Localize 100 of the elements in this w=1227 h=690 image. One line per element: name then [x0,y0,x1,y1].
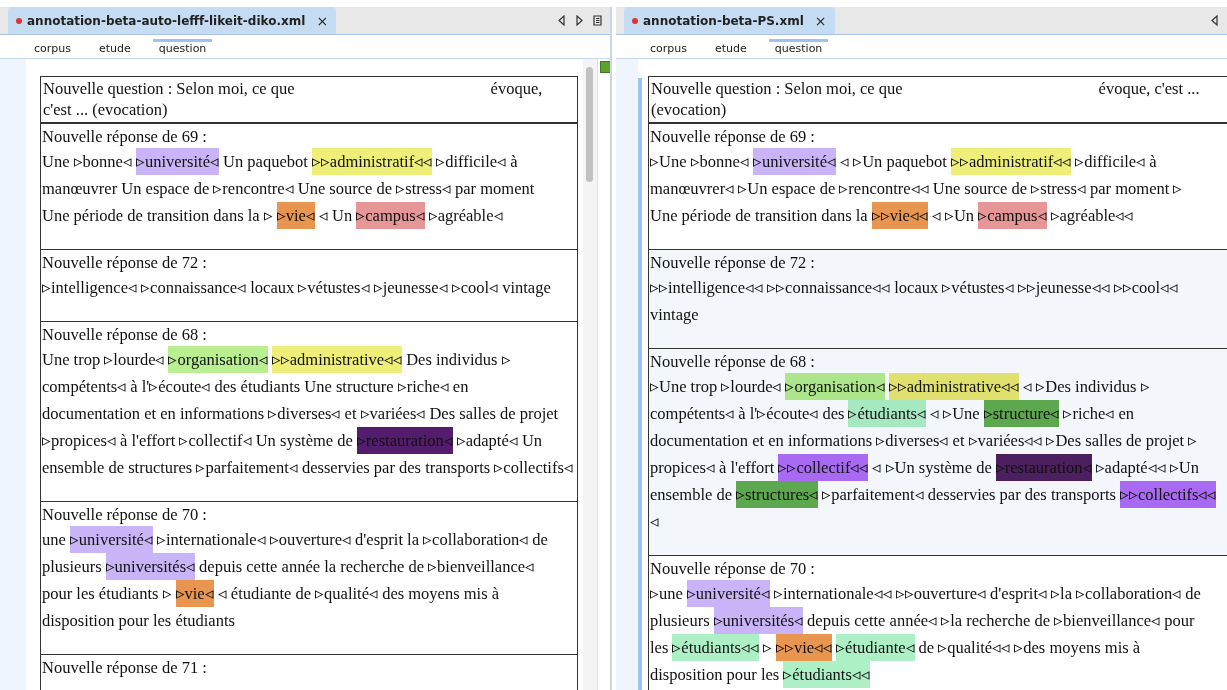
highlighted-term: ▹campus◃ [356,202,425,229]
response-heading: Nouvelle réponse de 70 : [650,558,816,580]
response-text: ▹difficile◃ à [436,152,518,171]
response-text: Des individus ▹ [406,350,511,369]
highlighted-term: ▹▹vie◃◃ [775,634,833,661]
highlighted-term: ▹▹administrative◃◃ [271,346,403,373]
response-text: manœuvrer◃ ▹Un espace de ▹rencontre◃◃ Une source de ▹stress◃ par moment ▹ [650,179,1183,198]
response-text: ◃ [650,512,659,531]
response-text: ▹riche◃ en [1063,404,1135,423]
response-text: plusieurs [650,611,710,630]
response-heading: Nouvelle réponse de 69 : [42,126,208,148]
highlighted-term: ▹université◃ [135,148,220,175]
breadcrumb-item[interactable]: question [152,38,213,58]
response-text: compétents◃ à l'▹écoute◃ des [650,404,845,423]
question-text: Nouvelle question : Selon moi, ce que [651,79,903,98]
response-text: ▹difficile◃ à [1075,152,1157,171]
response-text: plusieurs [42,557,102,576]
response-text: compétents◃ à l'▹écoute◃ des étudiants Une structure ▹riche◃ en [42,377,469,396]
triangle-left-icon[interactable] [1210,15,1219,26]
response-text: ensemble de [650,485,732,504]
response-heading: Nouvelle réponse de 70 : [42,504,208,526]
modified-dot-icon [16,17,22,24]
response-text: ▹internationale◃◃ ▹▹ouverture◃ d'esprit◃ ▹la ▹collaboration◃ de [773,584,1201,603]
response-text: Une période de transition dans la ▹ [42,206,273,225]
triangle-left-icon[interactable] [557,15,566,26]
highlighted-term: ▹vie◃ [175,580,214,607]
question-text: évoque, [490,79,543,98]
highlighted-term: ▹universités◃ [713,607,804,634]
breadcrumb-item[interactable]: corpus [28,38,77,58]
file-tab[interactable]: annotation-beta-PS.xml × [624,7,835,34]
response-text: ▹ [762,638,772,657]
response-text: ▹▹intelligence◃◃ ▹▹connaissance◃◃ locaux ▹vétustes◃ ▹▹jeunesse◃◃ ▹▹cool◃◃ [650,278,1179,297]
breadcrumb-item[interactable]: etude [93,38,137,58]
breadcrumb-item[interactable]: etude [709,38,753,58]
response-text: disposition pour les étudiants [42,611,235,630]
response-text: ▹parfaitement◃ desservies par des transports [822,485,1116,504]
highlighted-term: ▹étudiante◃ [836,634,915,661]
tab-title: annotation-beta-PS.xml [643,12,804,30]
question-text: c'est ... (evocation) [43,100,168,119]
response-heading: Nouvelle réponse de 69 : [650,126,816,148]
response-text: ▹agréable◃ [428,206,503,225]
response-text: documentation et en informations ▹diverses◃ et ▹variées◃◃ ▹Des salles de projet ▹ [650,431,1198,450]
response-text: ◃ ▹Des individus ▹ [1023,377,1150,396]
response-text: ▹intelligence◃ ▹connaissance◃ locaux ▹vétustes◃ ▹jeunesse◃ ▹cool◃ vintage [42,278,551,297]
highlighted-term: ▹organisation◃ [168,346,268,373]
highlighted-term: ▹étudiants◃◃ [783,661,870,688]
response-text: ▹une [650,584,683,603]
triangle-right-icon[interactable] [575,15,584,26]
breadcrumb-item[interactable]: question [768,38,829,58]
response-text: ▹adapté◃◃ ▹Un [1095,458,1199,477]
highlighted-term: ▹▹vie◃◃ [871,202,928,229]
status-square-icon [600,61,610,73]
highlighted-term: ▹université◃ [752,148,837,175]
list-icon[interactable] [593,15,602,26]
response-text: pour les étudiants ▹ [42,584,172,603]
response-heading: Nouvelle réponse de 68 : [650,351,816,373]
highlighted-term: ▹restauration◃ [356,427,453,454]
highlighted-term: ▹organisation◃ [785,373,885,400]
highlighted-term: ▹restauration◃ [995,454,1092,481]
response-text: Un paquebot [223,152,308,171]
file-tab[interactable]: annotation-beta-auto-lefff-likeit-diko.xml × [8,7,337,34]
response-text: vintage [650,305,699,324]
highlighted-term: ▹▹administratif◃◃ [950,148,1072,175]
response-text: ▹agréable◃◃ [1050,206,1134,225]
highlighted-term: ▹▹administratif◃◃ [311,148,433,175]
response-text: de ▹qualité◃◃ ▹des moyens mis à [918,638,1141,657]
response-text: Une période de transition dans la [650,206,868,225]
response-text: ▹adapté◃ Un [456,431,543,450]
question-text: (evocation) [651,100,727,119]
close-icon[interactable]: × [316,13,329,28]
response-text: manœuvrer Un espace de ▹rencontre◃ Une source de ▹stress◃ par moment [42,179,535,198]
highlighted-term: ▹étudiants◃ [848,400,927,427]
modified-dot-icon [632,17,638,24]
response-text: Une ▹bonne◃ [42,152,132,171]
response-text: une [42,530,66,549]
highlighted-term: ▹vie◃ [276,202,315,229]
response-text: ▹internationale◃ ▹ouverture◃ d'esprit la ▹collaboration◃ de [156,530,548,549]
response-heading: Nouvelle réponse de 68 : [42,324,208,346]
highlighted-term: ▹universités◃ [105,553,196,580]
response-heading: Nouvelle réponse de 71 : [42,657,208,679]
scroll-thumb[interactable] [586,67,593,182]
highlighted-term: ▹université◃ [686,580,770,607]
highlighted-term: ▹campus◃ [978,202,1047,229]
response-heading: Nouvelle réponse de 72 : [650,252,816,274]
response-text: disposition pour les [650,665,780,684]
highlighted-term: ▹▹collectif◃◃ [778,454,869,481]
breadcrumb-item[interactable]: corpus [644,38,693,58]
response-text: ▹Une trop ▹lourde◃ [650,377,782,396]
highlighted-term: ▹structures◃ [736,481,819,508]
highlighted-term: ▹▹collectifs◃◃ [1120,481,1217,508]
response-text: ◃ Un [318,206,353,225]
response-text: ◃ ▹Un système de [872,458,992,477]
response-heading: Nouvelle réponse de 72 : [42,252,208,274]
response-text: ◃ étudiante de ▹qualité◃ des moyens mis à [217,584,499,603]
close-icon[interactable]: × [814,13,827,28]
question-text: Nouvelle question : Selon moi, ce que [43,79,295,98]
response-text: ◃ ▹Une [930,404,980,423]
response-text: ▹propices◃ à l'effort ▹collectif◃ Un système de [42,431,353,450]
tab-title: annotation-beta-auto-lefff-likeit-diko.xml [27,12,306,30]
response-text: propices◃ à l'effort [650,458,775,477]
